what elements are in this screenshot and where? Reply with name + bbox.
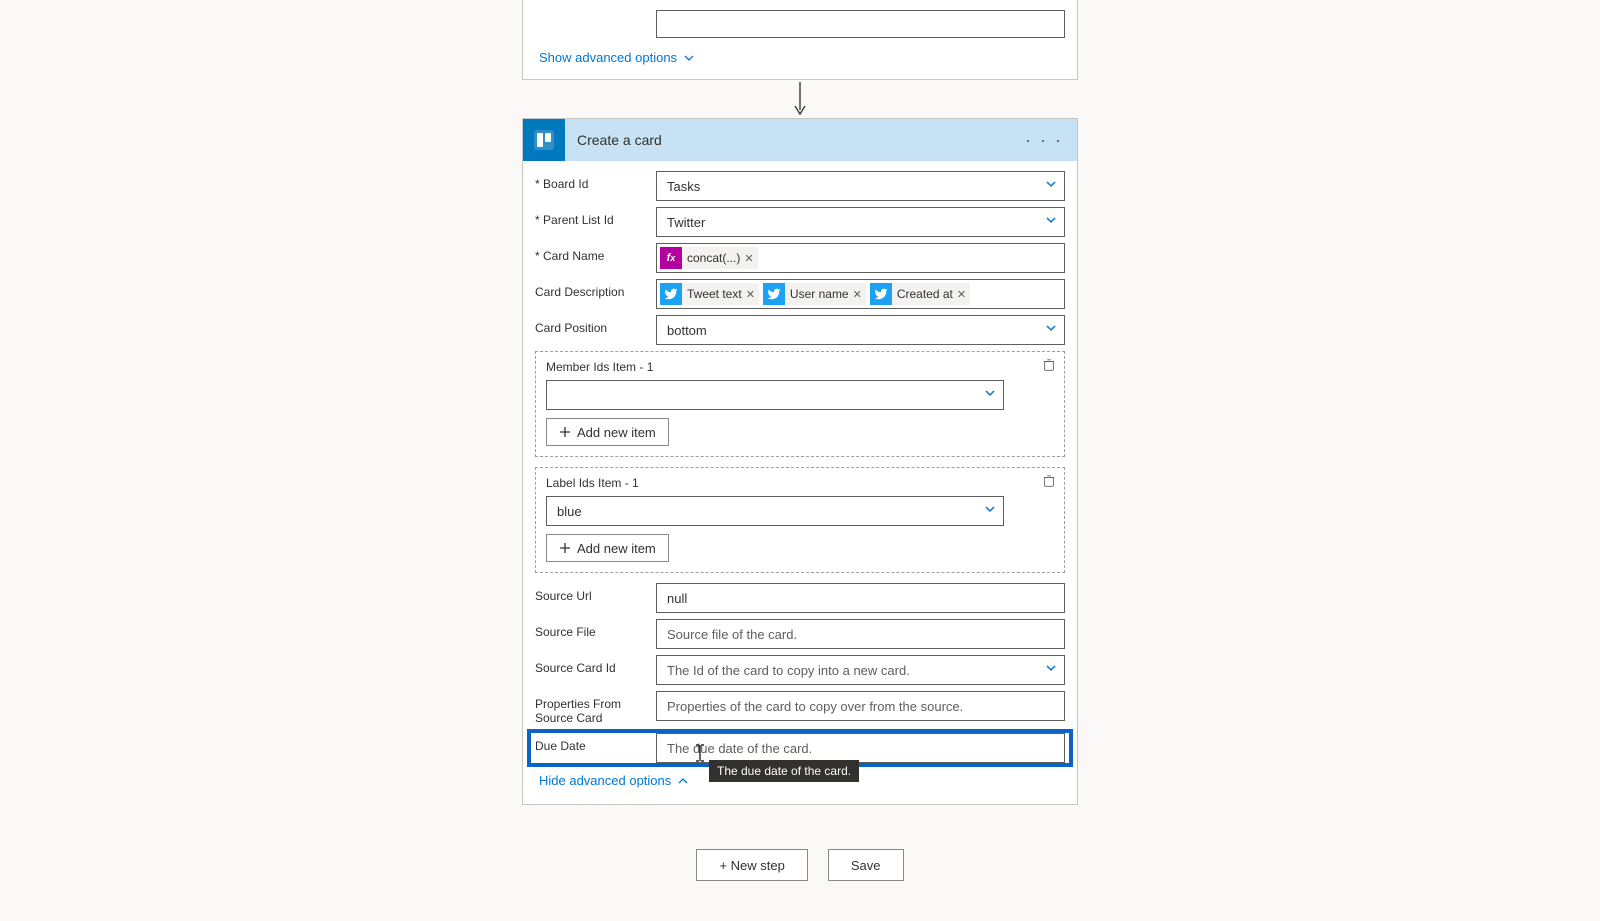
parent-list-select[interactable] [656, 207, 1065, 237]
source-file-input[interactable] [656, 619, 1065, 649]
due-date-tooltip: The due date of the card. [709, 760, 859, 782]
step-title: Create a card [577, 132, 1009, 148]
remove-token-icon[interactable]: ✕ [746, 288, 755, 301]
parent-list-label: * Parent List Id [535, 207, 656, 227]
card-position-select[interactable] [656, 315, 1065, 345]
board-id-input[interactable] [656, 171, 1065, 201]
hide-advanced-label: Hide advanced options [539, 773, 671, 788]
props-from-source-label: Properties From Source Card [535, 691, 656, 725]
chevron-up-icon [677, 775, 689, 787]
plus-icon [559, 426, 571, 438]
created-at-token[interactable]: Created at ✕ [870, 283, 970, 305]
label-ids-input[interactable] [546, 496, 1004, 526]
step-header[interactable]: Create a card · · · [523, 119, 1077, 161]
twitter-icon [763, 283, 785, 305]
remove-token-icon[interactable]: ✕ [853, 288, 862, 301]
create-card-step: Create a card · · · * Board Id * Parent … [522, 118, 1078, 805]
twitter-icon [870, 283, 892, 305]
card-name-label: * Card Name [535, 243, 656, 263]
tweet-text-token[interactable]: Tweet text ✕ [660, 283, 759, 305]
add-label-item-button[interactable]: Add new item [546, 534, 669, 562]
previous-input-stub [656, 10, 1065, 38]
save-button[interactable]: Save [828, 849, 904, 881]
label-ids-group: Label Ids Item - 1 Add new item [535, 467, 1065, 573]
remove-token-icon[interactable]: ✕ [744, 252, 753, 265]
step-menu-ellipsis[interactable]: · · · [1021, 126, 1067, 155]
form-body: * Board Id * Parent List Id * Card Name … [523, 161, 1077, 804]
source-card-id-input[interactable] [656, 655, 1065, 685]
member-ids-label: Member Ids Item - 1 [546, 360, 1054, 374]
card-desc-label: Card Description [535, 279, 656, 299]
chevron-down-icon [683, 52, 695, 64]
source-card-id-label: Source Card Id [535, 655, 656, 675]
due-date-label: Due Date [535, 733, 656, 753]
card-position-input[interactable] [656, 315, 1065, 345]
user-name-token[interactable]: User name ✕ [763, 283, 866, 305]
delete-item-icon[interactable] [1042, 474, 1056, 493]
card-name-field[interactable]: fx concat(...) ✕ [656, 243, 1065, 273]
member-ids-group: Member Ids Item - 1 Add new item [535, 351, 1065, 457]
fx-icon: fx [660, 247, 682, 269]
twitter-icon [660, 283, 682, 305]
source-url-label: Source Url [535, 583, 656, 603]
delete-item-icon[interactable] [1042, 358, 1056, 377]
parent-list-input[interactable] [656, 207, 1065, 237]
show-advanced-link[interactable]: Show advanced options [535, 48, 1065, 67]
flow-actions: + New step Save [522, 849, 1078, 881]
trello-icon [523, 119, 565, 161]
flow-connector-arrow [522, 80, 1078, 118]
label-ids-label: Label Ids Item - 1 [546, 476, 1054, 490]
source-card-id-select[interactable] [656, 655, 1065, 685]
member-ids-input[interactable] [546, 380, 1004, 410]
card-desc-field[interactable]: Tweet text ✕ User name ✕ Created at ✕ [656, 279, 1065, 309]
board-id-select[interactable] [656, 171, 1065, 201]
source-url-input[interactable] [656, 583, 1065, 613]
due-date-input[interactable] [656, 733, 1065, 763]
add-member-item-button[interactable]: Add new item [546, 418, 669, 446]
props-from-source-input[interactable] [656, 691, 1065, 721]
plus-icon [559, 542, 571, 554]
member-ids-select[interactable] [546, 380, 1004, 410]
new-step-button[interactable]: + New step [696, 849, 807, 881]
concat-expression-token[interactable]: fx concat(...) ✕ [660, 247, 758, 269]
label-ids-select[interactable] [546, 496, 1004, 526]
card-position-label: Card Position [535, 315, 656, 335]
previous-step-card: Show advanced options [522, 0, 1078, 80]
show-advanced-label: Show advanced options [539, 50, 677, 65]
remove-token-icon[interactable]: ✕ [957, 288, 966, 301]
board-id-label: * Board Id [535, 171, 656, 191]
source-file-label: Source File [535, 619, 656, 639]
